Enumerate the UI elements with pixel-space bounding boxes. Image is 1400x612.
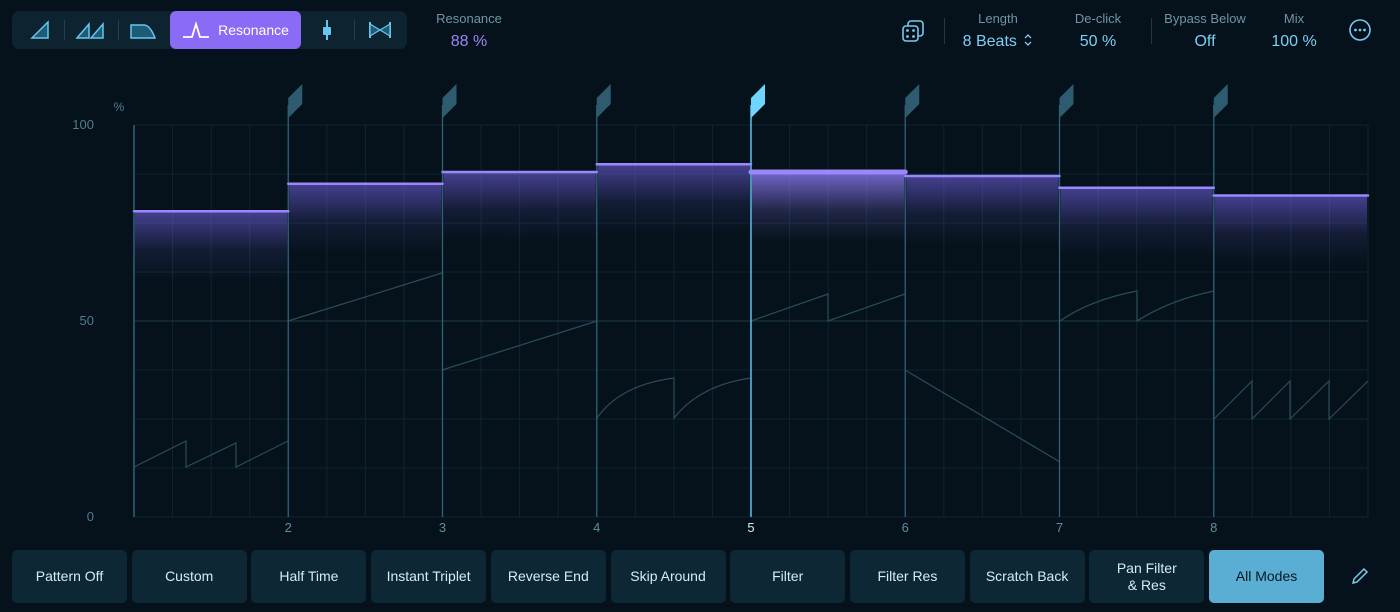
fader-icon[interactable] — [314, 11, 340, 49]
preset-label: Reverse End — [507, 568, 589, 584]
step-glow — [1060, 187, 1213, 258]
mode-selector: Resonance — [12, 11, 407, 49]
filter-slope-icon[interactable] — [128, 11, 158, 49]
step-marker — [288, 84, 303, 118]
preset-label: Pattern Off — [35, 568, 104, 584]
preset-label: Filter — [772, 568, 804, 584]
step-glow — [1214, 195, 1367, 266]
step-glow — [443, 172, 596, 243]
waveform-segment — [1059, 290, 1215, 323]
x-tick-label: 6 — [902, 520, 909, 535]
preset-button[interactable]: Pattern Off — [12, 550, 127, 603]
length-param[interactable]: Length 8 Beats — [954, 12, 1042, 52]
double-ramp-icon[interactable] — [74, 11, 108, 49]
preset-label: Scratch Back — [985, 568, 1069, 584]
remix-fx-window: Resonance Resonance 88 % Length 8 Beats … — [0, 0, 1400, 612]
step-sequencer-chart[interactable]: % 0 50 100 2 3 4 5 6 7 8 — [0, 60, 1400, 540]
x-tick-label: 7 — [1056, 520, 1063, 535]
y-axis-unit-label: % — [114, 100, 125, 114]
chevron-updown-icon — [1024, 34, 1032, 46]
step-glow — [906, 175, 1059, 246]
preset-button[interactable]: All Modes — [1209, 550, 1324, 603]
preset-label: Instant Triplet — [386, 568, 471, 584]
resonance-icon — [183, 20, 210, 38]
waveform-segment — [750, 293, 906, 322]
resonance-mode-label: Resonance — [218, 22, 289, 38]
resonance-label: Resonance — [436, 11, 502, 26]
x-tick-label: 4 — [593, 520, 600, 535]
bypass-param[interactable]: Bypass Below Off — [1158, 12, 1252, 52]
resonance-mode-button[interactable]: Resonance — [170, 11, 301, 49]
bowtie-icon[interactable] — [364, 11, 396, 49]
preset-button[interactable]: Filter Res — [849, 550, 965, 603]
preset-label: Pan Filter & Res — [1116, 559, 1177, 593]
resonance-param[interactable]: Resonance 88 % — [424, 12, 514, 52]
bypass-value[interactable]: Off — [1158, 32, 1252, 52]
preset-button[interactable]: Custom — [131, 550, 247, 603]
step-glow — [597, 164, 750, 235]
waveform-segment — [596, 377, 752, 420]
resonance-value[interactable]: 88 % — [424, 32, 514, 52]
preset-button[interactable]: Half Time — [251, 550, 367, 603]
preset-button[interactable]: Filter — [730, 550, 846, 603]
x-tick-label: 8 — [1210, 520, 1217, 535]
preset-button[interactable]: Instant Triplet — [371, 550, 487, 603]
mix-value[interactable]: 100 % — [1264, 32, 1324, 52]
step-glow — [289, 183, 442, 254]
length-dropdown[interactable]: 8 Beats — [954, 32, 1042, 52]
preset-label: Skip Around — [630, 568, 706, 584]
y-tick-label: 0 — [87, 509, 94, 524]
step-markers — [288, 84, 1228, 118]
preset-label: Custom — [165, 568, 214, 584]
step-marker — [596, 84, 611, 118]
dice-icon[interactable] — [900, 18, 926, 44]
step-glow — [752, 172, 905, 243]
bypass-label: Bypass Below — [1164, 11, 1246, 26]
x-tick-label: 3 — [439, 520, 446, 535]
x-tick-label: 2 — [285, 520, 292, 535]
mix-param[interactable]: Mix 100 % — [1264, 12, 1324, 52]
declick-param[interactable]: De-click 50 % — [1058, 12, 1138, 52]
y-tick-label: 50 — [80, 313, 94, 328]
step-marker — [1213, 84, 1228, 118]
preset-label: Filter Res — [877, 568, 938, 584]
y-tick-label: 100 — [72, 117, 94, 132]
step-glow — [135, 211, 288, 282]
mix-label: Mix — [1283, 11, 1305, 26]
more-icon[interactable] — [1348, 18, 1372, 42]
preset-button[interactable]: Reverse End — [490, 550, 606, 603]
preset-button[interactable]: Scratch Back — [969, 550, 1085, 603]
preset-label: Half Time — [279, 568, 339, 584]
length-label: Length — [978, 11, 1018, 26]
step-marker — [442, 84, 457, 118]
x-tick-label: 5 — [747, 520, 754, 535]
preset-label: All Modes — [1235, 568, 1298, 584]
preset-button[interactable]: Skip Around — [610, 550, 726, 603]
declick-label: De-click — [1074, 11, 1122, 26]
declick-value[interactable]: 50 % — [1058, 32, 1138, 52]
pencil-icon[interactable] — [1346, 562, 1374, 590]
step-marker — [751, 84, 765, 118]
step-marker — [905, 84, 920, 118]
step-marker — [1059, 84, 1074, 118]
length-value: 8 Beats — [962, 33, 1017, 50]
ramp-icon[interactable] — [26, 11, 54, 49]
preset-button[interactable]: Pan Filter & Res — [1089, 550, 1205, 603]
